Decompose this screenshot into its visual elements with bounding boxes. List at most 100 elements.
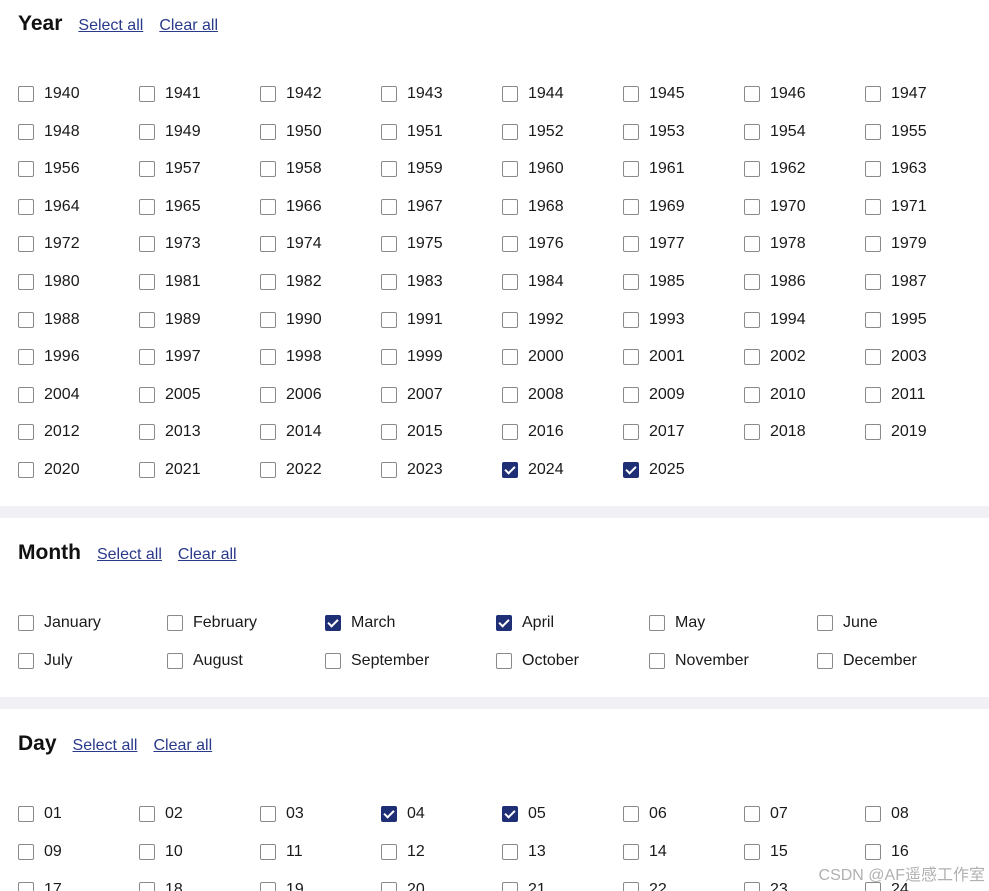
year-option[interactable]: 2010 (744, 384, 806, 406)
year-option[interactable]: 1993 (623, 309, 685, 331)
year-option[interactable]: 1985 (623, 271, 685, 293)
year-checkbox[interactable] (623, 161, 639, 178)
day-option[interactable]: 08 (865, 803, 909, 825)
year-checkbox[interactable] (381, 161, 397, 178)
year-option[interactable]: 1949 (139, 121, 201, 143)
year-option[interactable]: 1990 (260, 309, 322, 331)
year-option[interactable]: 2018 (744, 421, 806, 443)
year-checkbox[interactable] (381, 462, 397, 478)
year-option[interactable]: 1961 (623, 158, 685, 180)
year-option[interactable]: 1952 (502, 121, 564, 143)
year-checkbox[interactable] (623, 236, 639, 253)
day-option[interactable]: 04 (381, 803, 425, 825)
day-checkbox[interactable] (865, 806, 881, 822)
day-checkbox[interactable] (744, 844, 760, 860)
day-checkbox[interactable] (381, 844, 397, 860)
year-option[interactable]: 1998 (260, 346, 322, 368)
year-checkbox[interactable] (260, 311, 276, 328)
year-option[interactable]: 2014 (260, 421, 322, 443)
year-checkbox[interactable] (260, 349, 276, 366)
year-option[interactable]: 1991 (381, 309, 443, 331)
day-clear-all-link[interactable]: Clear all (153, 737, 212, 755)
day-option[interactable]: 06 (623, 803, 667, 825)
year-option[interactable]: 1944 (502, 83, 564, 105)
year-checkbox[interactable] (260, 274, 276, 290)
year-checkbox[interactable] (623, 274, 639, 290)
year-option[interactable]: 1954 (744, 121, 806, 143)
day-checkbox[interactable] (502, 806, 518, 822)
year-option[interactable]: 1941 (139, 83, 201, 105)
month-checkbox[interactable] (325, 615, 341, 631)
year-checkbox[interactable] (744, 236, 760, 253)
year-checkbox[interactable] (502, 386, 518, 403)
year-option[interactable]: 1984 (502, 271, 564, 293)
month-checkbox[interactable] (325, 653, 341, 669)
year-checkbox[interactable] (18, 236, 34, 253)
year-checkbox[interactable] (502, 349, 518, 366)
year-option[interactable]: 2024 (502, 459, 564, 481)
day-checkbox[interactable] (623, 806, 639, 822)
year-option[interactable]: 1958 (260, 158, 322, 180)
year-option[interactable]: 2004 (18, 384, 80, 406)
month-checkbox[interactable] (817, 615, 833, 631)
year-option[interactable]: 1964 (18, 196, 80, 218)
month-checkbox[interactable] (496, 653, 512, 669)
year-checkbox[interactable] (18, 198, 34, 215)
year-checkbox[interactable] (744, 386, 760, 403)
year-option[interactable]: 2005 (139, 384, 201, 406)
year-option[interactable]: 2008 (502, 384, 564, 406)
year-option[interactable]: 1973 (139, 233, 201, 255)
day-checkbox[interactable] (623, 844, 639, 860)
year-checkbox[interactable] (744, 311, 760, 328)
year-option[interactable]: 1960 (502, 158, 564, 180)
year-option[interactable]: 1988 (18, 309, 80, 331)
year-checkbox[interactable] (260, 161, 276, 178)
year-option[interactable]: 1970 (744, 196, 806, 218)
year-option[interactable]: 1995 (865, 309, 927, 331)
day-checkbox[interactable] (502, 882, 518, 891)
year-checkbox[interactable] (18, 311, 34, 328)
year-option[interactable]: 1999 (381, 346, 443, 368)
year-option[interactable]: 1996 (18, 346, 80, 368)
month-checkbox[interactable] (649, 653, 665, 669)
day-select-all-link[interactable]: Select all (73, 737, 138, 755)
year-checkbox[interactable] (865, 386, 881, 403)
month-option[interactable]: December (817, 650, 917, 672)
year-option[interactable]: 1967 (381, 196, 443, 218)
year-checkbox[interactable] (139, 161, 155, 178)
month-checkbox[interactable] (167, 653, 183, 669)
year-option[interactable]: 2023 (381, 459, 443, 481)
month-select-all-link[interactable]: Select all (97, 546, 162, 564)
day-option[interactable]: 13 (502, 841, 546, 863)
year-checkbox[interactable] (865, 274, 881, 290)
year-option[interactable]: 1955 (865, 121, 927, 143)
year-checkbox[interactable] (623, 123, 639, 140)
year-checkbox[interactable] (260, 123, 276, 140)
year-checkbox[interactable] (865, 86, 881, 102)
year-checkbox[interactable] (381, 386, 397, 403)
year-option[interactable]: 1968 (502, 196, 564, 218)
year-option[interactable]: 2000 (502, 346, 564, 368)
year-checkbox[interactable] (502, 236, 518, 253)
month-checkbox[interactable] (649, 615, 665, 631)
month-checkbox[interactable] (167, 615, 183, 631)
year-checkbox[interactable] (18, 123, 34, 140)
year-option[interactable]: 1974 (260, 233, 322, 255)
day-checkbox[interactable] (744, 806, 760, 822)
year-option[interactable]: 2013 (139, 421, 201, 443)
year-option[interactable]: 1982 (260, 271, 322, 293)
year-option[interactable]: 1950 (260, 121, 322, 143)
year-checkbox[interactable] (381, 424, 397, 441)
year-checkbox[interactable] (623, 424, 639, 441)
year-checkbox[interactable] (381, 86, 397, 102)
year-option[interactable]: 2019 (865, 421, 927, 443)
year-option[interactable]: 1978 (744, 233, 806, 255)
day-checkbox[interactable] (260, 806, 276, 822)
year-checkbox[interactable] (260, 86, 276, 102)
year-checkbox[interactable] (381, 198, 397, 215)
day-option[interactable]: 05 (502, 803, 546, 825)
year-checkbox[interactable] (865, 123, 881, 140)
year-checkbox[interactable] (260, 462, 276, 478)
year-option[interactable]: 2022 (260, 459, 322, 481)
year-option[interactable]: 1946 (744, 83, 806, 105)
